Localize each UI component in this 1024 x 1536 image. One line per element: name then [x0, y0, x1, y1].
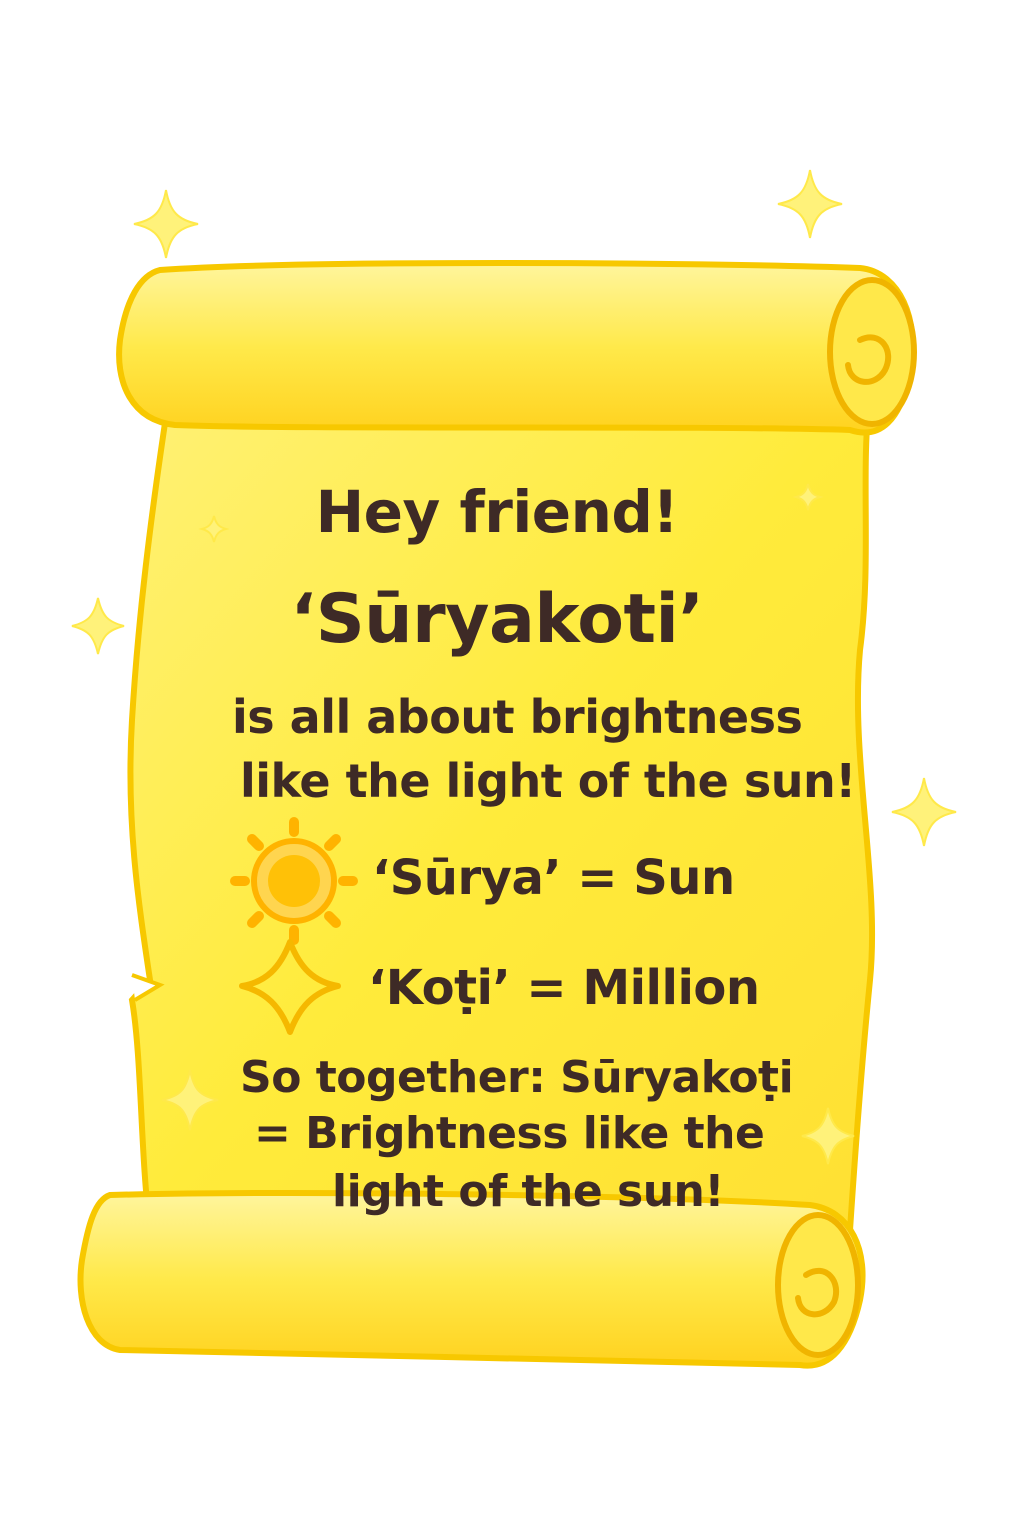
word-title: ‘Sūryakoti’	[290, 580, 704, 659]
bottom-roll	[77, 1190, 866, 1369]
definition-koti: ‘Koṭi’ = Million	[368, 960, 760, 1016]
description-line-2: like the light of the sun!	[240, 754, 856, 808]
definition-surya: ‘Sūrya’ = Sun	[372, 850, 735, 906]
top-roll-end	[827, 277, 917, 427]
summary-line-3: light of the sun!	[332, 1166, 724, 1217]
summary-line-2: = Brightness like the	[254, 1108, 765, 1159]
summary-line-1: So together: Sūryakoṭi	[240, 1052, 794, 1103]
sun-icon	[230, 817, 358, 945]
bottom-roll-end	[775, 1212, 861, 1358]
sparkle-icon	[891, 777, 957, 847]
description-line-1: is all about brightness	[232, 690, 803, 744]
sparkle-icon	[777, 169, 843, 239]
top-roll	[116, 260, 916, 436]
sparkle-icon	[133, 189, 199, 259]
scroll-card: Hey friend! ‘Sūryakoti’ is all about bri…	[0, 0, 1024, 1536]
greeting-heading: Hey friend!	[315, 478, 679, 546]
